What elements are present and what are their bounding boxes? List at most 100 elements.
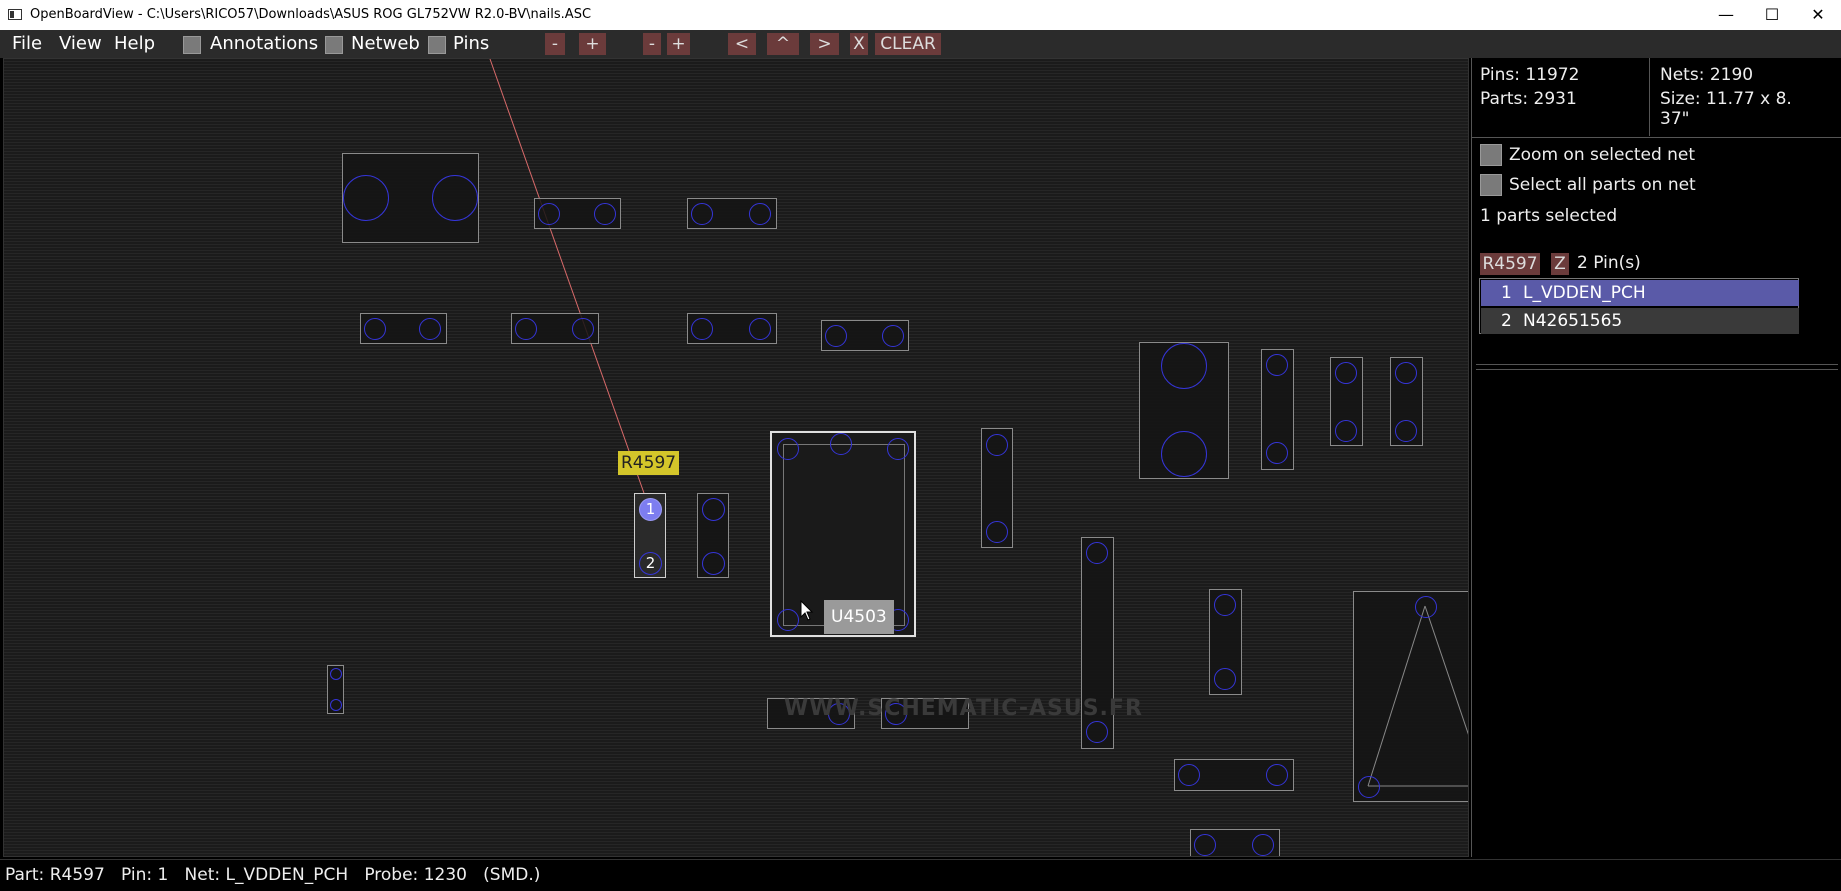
board-pin[interactable] — [538, 203, 560, 225]
info-panel: Pins: 11972 Parts: 2931 Nets: 2190 Size:… — [1471, 58, 1841, 857]
close-button[interactable]: ✕ — [1795, 0, 1841, 30]
board-pin[interactable] — [986, 434, 1008, 456]
board-pin[interactable] — [1214, 668, 1236, 690]
part-name-button[interactable]: R4597 — [1480, 253, 1540, 275]
board-pin[interactable] — [777, 609, 799, 631]
board-pin[interactable] — [1086, 721, 1108, 743]
board-part[interactable] — [687, 198, 777, 229]
pin-2[interactable]: 2 — [639, 552, 662, 575]
board-pin[interactable] — [749, 318, 771, 340]
menu-view[interactable]: View — [59, 33, 102, 54]
board-pin[interactable] — [1266, 442, 1288, 464]
board-pin[interactable] — [1358, 776, 1380, 798]
plus-button[interactable]: + — [667, 33, 690, 55]
board-pin[interactable] — [749, 203, 771, 225]
pin-row-1[interactable]: 1 L_VDDEN_PCH — [1481, 280, 1799, 306]
ratsnest-line — [489, 59, 646, 497]
annotations-label: Annotations — [210, 33, 319, 54]
zoom-part-button[interactable]: Z — [1551, 253, 1569, 275]
zoom-on-net-checkbox[interactable] — [1480, 144, 1502, 166]
part-silkscreen — [1367, 605, 1468, 787]
board-part[interactable] — [1390, 357, 1423, 446]
board-pin[interactable] — [1214, 594, 1236, 616]
board-pin[interactable] — [887, 438, 909, 460]
board-part[interactable] — [360, 313, 447, 344]
board-part[interactable] — [1330, 357, 1363, 446]
board-pin[interactable] — [1266, 764, 1288, 786]
board-pin[interactable] — [1395, 420, 1417, 442]
board-pin[interactable] — [330, 668, 342, 680]
previous-button[interactable]: < — [728, 33, 756, 55]
board-part[interactable] — [1190, 829, 1280, 856]
board-part[interactable] — [1139, 342, 1229, 479]
board-pin[interactable] — [702, 498, 725, 521]
board-canvas[interactable]: R4597 1 2 U4503 WWW.SCHEMATIC-ASUS.FR — [3, 58, 1469, 857]
board-part[interactable] — [687, 313, 777, 344]
board-pin[interactable] — [572, 318, 594, 340]
board-pin[interactable] — [1395, 362, 1417, 384]
board-pin[interactable] — [1086, 542, 1108, 564]
board-pin[interactable] — [594, 203, 616, 225]
board-pin[interactable] — [515, 318, 537, 340]
board-pin[interactable] — [1178, 764, 1200, 786]
pin-row-net: L_VDDEN_PCH — [1523, 283, 1646, 303]
board-part[interactable] — [697, 493, 729, 578]
menu-file[interactable]: File — [12, 33, 42, 54]
board-pin[interactable] — [825, 325, 847, 347]
board-pin[interactable] — [986, 521, 1008, 543]
board-part[interactable] — [1353, 591, 1468, 802]
board-pin[interactable] — [1266, 354, 1288, 376]
board-part[interactable] — [534, 198, 621, 229]
board-pin[interactable] — [1194, 834, 1216, 856]
x-button[interactable]: X — [850, 33, 868, 55]
board-pin[interactable] — [777, 438, 799, 460]
board-pin[interactable] — [1161, 431, 1207, 477]
board-size: Size: 11.77 x 8. — [1660, 89, 1792, 109]
board-pin[interactable] — [830, 433, 852, 455]
board-pin[interactable] — [691, 318, 713, 340]
board-pin[interactable] — [1335, 420, 1357, 442]
board-part[interactable] — [1209, 589, 1242, 695]
netweb-label: Netweb — [351, 33, 420, 54]
board-pin[interactable] — [702, 552, 725, 575]
board-pin[interactable] — [1252, 834, 1274, 856]
nets-count: Nets: 2190 — [1660, 65, 1754, 85]
annotations-checkbox[interactable] — [183, 36, 201, 54]
up-button[interactable]: ^ — [767, 33, 799, 55]
board-pin[interactable] — [882, 325, 904, 347]
next-button[interactable]: > — [810, 33, 839, 55]
board-pin[interactable] — [1335, 362, 1357, 384]
board-pin[interactable] — [330, 699, 342, 711]
zoom-in-button[interactable]: + — [579, 33, 606, 55]
board-pin[interactable] — [432, 175, 478, 221]
board-part[interactable] — [1261, 349, 1294, 470]
board-pin[interactable] — [364, 318, 386, 340]
netweb-checkbox[interactable] — [325, 36, 343, 54]
board-part[interactable] — [821, 320, 909, 351]
pin-count: 2 Pin(s) — [1577, 253, 1641, 273]
board-pin[interactable] — [1415, 596, 1437, 618]
board-pin[interactable] — [343, 175, 389, 221]
pins-checkbox[interactable] — [428, 36, 446, 54]
clear-button[interactable]: CLEAR — [875, 33, 941, 55]
board-part[interactable] — [981, 428, 1013, 548]
board-part[interactable] — [511, 313, 599, 344]
board-part[interactable] — [1174, 759, 1294, 791]
pin-1[interactable]: 1 — [639, 498, 662, 521]
pin-row-number: 1 — [1501, 283, 1512, 303]
board-pin[interactable] — [419, 318, 441, 340]
board-part[interactable] — [327, 665, 344, 714]
maximize-button[interactable]: ☐ — [1749, 0, 1795, 30]
status-bar: Part: R4597 Pin: 1 Net: L_VDDEN_PCH Prob… — [0, 859, 1841, 891]
board-pin[interactable] — [1161, 343, 1207, 389]
zoom-out-button[interactable]: - — [545, 33, 565, 55]
minimize-button[interactable]: — — [1703, 0, 1749, 30]
selected-part-r4597[interactable]: 1 2 — [634, 493, 666, 578]
title-bar: OpenBoardView - C:\Users\RICO57\Download… — [0, 0, 1841, 30]
select-all-on-net-checkbox[interactable] — [1480, 174, 1502, 196]
menu-help[interactable]: Help — [114, 33, 155, 54]
minus-button[interactable]: - — [643, 33, 661, 55]
board-pin[interactable] — [691, 203, 713, 225]
board-part[interactable] — [342, 153, 479, 243]
pin-row-2[interactable]: 2 N42651565 — [1481, 308, 1799, 334]
